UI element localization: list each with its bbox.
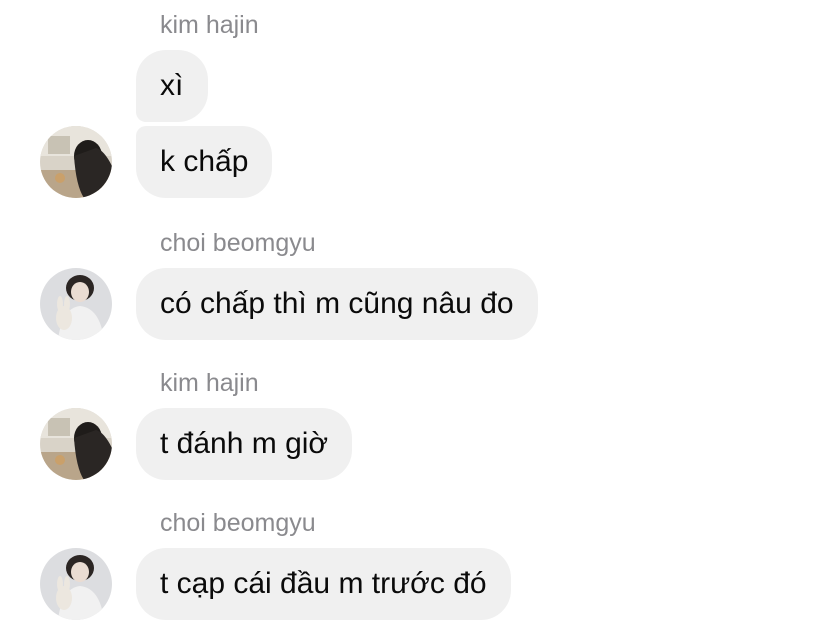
sender-name: kim hajin <box>160 369 259 397</box>
message-text: t đánh m giờ <box>160 427 329 460</box>
choi-beomgyu-avatar-image <box>40 548 112 620</box>
chat-thread: kim hajin xì k chấp choi beomgyu có chấp… <box>0 0 828 638</box>
choi-beomgyu-avatar[interactable] <box>40 548 112 620</box>
kim-hajin-avatar-image <box>40 408 112 480</box>
message-bubble[interactable]: t đánh m giờ <box>136 408 353 480</box>
kim-hajin-avatar[interactable] <box>40 126 112 198</box>
sender-name: choi beomgyu <box>160 509 316 537</box>
sender-name: kim hajin <box>160 11 259 39</box>
choi-beomgyu-avatar-image <box>40 268 112 340</box>
message-bubble[interactable]: có chấp thì m cũng nâu đo <box>136 268 538 340</box>
sender-name: choi beomgyu <box>160 229 316 257</box>
kim-hajin-avatar[interactable] <box>40 408 112 480</box>
message-bubble[interactable]: t cạp cái đầu m trước đó <box>136 548 511 620</box>
message-text: có chấp thì m cũng nâu đo <box>160 287 514 320</box>
message-text: xì <box>160 69 184 102</box>
message-text: k chấp <box>160 145 249 178</box>
choi-beomgyu-avatar[interactable] <box>40 268 112 340</box>
message-bubble[interactable]: xì <box>136 50 208 122</box>
message-text: t cạp cái đầu m trước đó <box>160 567 487 600</box>
message-bubble[interactable]: k chấp <box>136 126 273 198</box>
kim-hajin-avatar-image <box>40 126 112 198</box>
